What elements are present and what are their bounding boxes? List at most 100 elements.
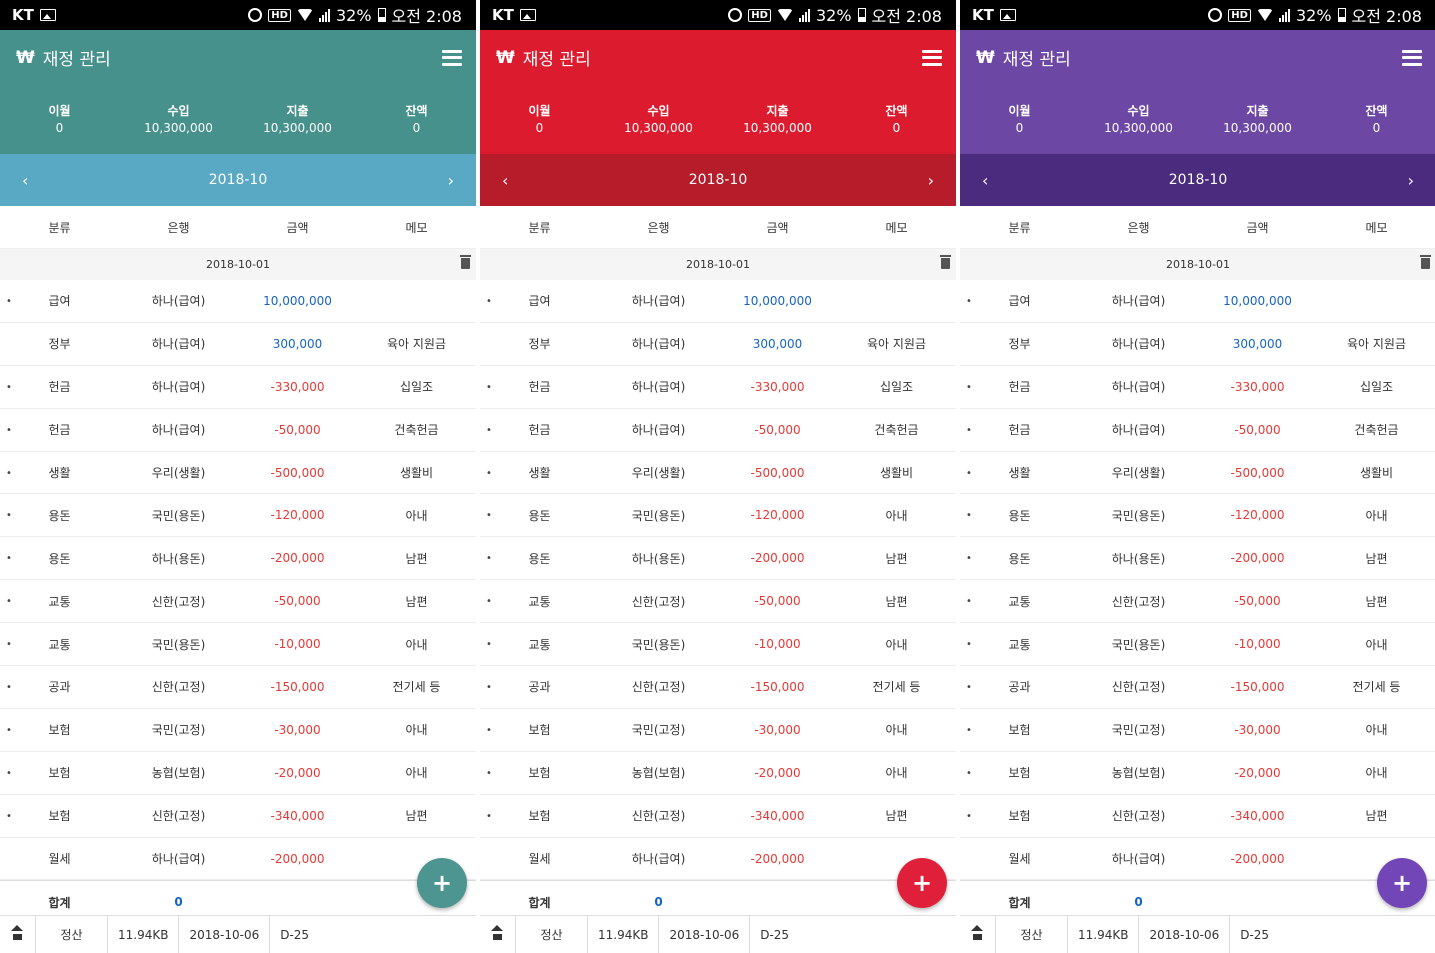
hamburger-menu-icon[interactable] <box>1402 49 1422 66</box>
app-bar: ₩ 재정 관리 <box>960 30 1435 85</box>
row-amount: -30,000 <box>754 722 801 737</box>
transaction-row[interactable]: 정부 하나(급여) 300,000 육아 지원금 <box>0 323 476 366</box>
transaction-row[interactable]: • 생활 우리(생활) -500,000 생활비 <box>480 452 956 495</box>
row-bullet-icon: • <box>486 467 492 479</box>
transaction-row[interactable]: • 헌금 하나(급여) -50,000 건축헌금 <box>480 409 956 452</box>
row-amount: -340,000 <box>750 808 805 823</box>
row-bank: 신한(고정) <box>1111 680 1166 695</box>
trash-icon[interactable] <box>460 255 471 269</box>
transaction-row[interactable]: • 헌금 하나(급여) -50,000 건축헌금 <box>960 409 1435 452</box>
transaction-row[interactable]: • 교통 국민(용돈) -10,000 아내 <box>0 623 476 667</box>
transaction-row[interactable]: 월세 하나(급여) -200,000 <box>960 838 1435 881</box>
prev-month-button[interactable]: ‹ <box>502 171 508 190</box>
next-month-button[interactable]: › <box>928 171 934 190</box>
transaction-row[interactable]: • 공과 신한(고정) -150,000 전기세 등 <box>960 666 1435 709</box>
transaction-row[interactable]: • 보험 농협(보험) -20,000 아내 <box>960 752 1435 795</box>
transaction-row[interactable]: • 공과 신한(고정) -150,000 전기세 등 <box>0 666 476 709</box>
trash-icon[interactable] <box>940 255 951 269</box>
transaction-row[interactable]: • 교통 신한(고정) -50,000 남편 <box>480 580 956 624</box>
transaction-row[interactable]: 월세 하나(급여) -200,000 <box>480 838 956 881</box>
footer-date: 2018-10-06 <box>1139 916 1231 953</box>
transaction-row[interactable]: • 공과 신한(고정) -150,000 전기세 등 <box>480 666 956 709</box>
add-transaction-button[interactable]: + <box>1377 858 1427 908</box>
transaction-row[interactable]: • 생활 우리(생활) -500,000 생활비 <box>0 452 476 495</box>
add-transaction-button[interactable]: + <box>417 858 467 908</box>
row-bank: 하나(급여) <box>151 852 206 867</box>
home-button[interactable] <box>960 916 996 953</box>
row-amount: 300,000 <box>1232 336 1283 351</box>
transaction-row[interactable]: • 용돈 국민(용돈) -120,000 아내 <box>960 494 1435 538</box>
row-category: 헌금 <box>48 423 71 438</box>
transaction-row[interactable]: 정부 하나(급여) 300,000 육아 지원금 <box>960 323 1435 366</box>
transaction-row[interactable]: • 헌금 하나(급여) -50,000 건축헌금 <box>0 409 476 452</box>
transaction-row[interactable]: • 보험 농협(보험) -20,000 아내 <box>0 752 476 795</box>
column-bank: 은행 <box>167 220 190 235</box>
row-category: 월세 <box>48 852 71 867</box>
row-memo: 아내 <box>405 766 428 781</box>
transaction-row[interactable]: • 생활 우리(생활) -500,000 생활비 <box>960 452 1435 495</box>
transaction-row[interactable]: • 교통 국민(용돈) -10,000 아내 <box>480 623 956 667</box>
transaction-row[interactable]: • 보험 농협(보험) -20,000 아내 <box>480 752 956 795</box>
transaction-row[interactable]: • 용돈 하나(용돈) -200,000 남편 <box>480 537 956 581</box>
transaction-row[interactable]: 월세 하나(급여) -200,000 <box>0 838 476 881</box>
row-bank: 하나(급여) <box>1111 380 1166 395</box>
transaction-row[interactable]: • 보험 신한(고정) -340,000 남편 <box>480 795 956 838</box>
transaction-row[interactable]: • 용돈 국민(용돈) -120,000 아내 <box>0 494 476 538</box>
hamburger-menu-icon[interactable] <box>442 49 462 66</box>
transaction-row[interactable]: • 헌금 하나(급여) -330,000 십일조 <box>480 366 956 409</box>
row-category: 헌금 <box>528 380 551 395</box>
transaction-row[interactable]: • 용돈 하나(용돈) -200,000 남편 <box>0 537 476 581</box>
add-transaction-button[interactable]: + <box>897 858 947 908</box>
transaction-row[interactable]: • 보험 국민(고정) -30,000 아내 <box>480 709 956 752</box>
transaction-row[interactable]: • 급여 하나(급여) 10,000,000 <box>480 280 956 323</box>
next-month-button[interactable]: › <box>448 171 454 190</box>
settle-button[interactable]: 정산 <box>516 916 588 953</box>
row-bullet-icon: • <box>6 553 12 565</box>
row-category: 교통 <box>528 637 551 652</box>
transaction-row[interactable]: • 급여 하나(급여) 10,000,000 <box>0 280 476 323</box>
hamburger-menu-icon[interactable] <box>922 49 942 66</box>
row-amount: -50,000 <box>274 594 321 609</box>
row-bullet-icon: • <box>486 596 492 608</box>
transaction-row[interactable]: • 교통 국민(용돈) -10,000 아내 <box>960 623 1435 667</box>
home-button[interactable] <box>480 916 516 953</box>
transaction-row[interactable]: • 용돈 하나(용돈) -200,000 남편 <box>960 537 1435 581</box>
carrier-label: KT <box>492 6 514 24</box>
transaction-row[interactable]: • 용돈 국민(용돈) -120,000 아내 <box>480 494 956 538</box>
transaction-row[interactable]: • 보험 신한(고정) -340,000 남편 <box>960 795 1435 838</box>
transaction-row[interactable]: 정부 하나(급여) 300,000 육아 지원금 <box>480 323 956 366</box>
row-bank: 국민(용돈) <box>1111 508 1166 523</box>
battery-percent: 32% <box>1295 5 1332 25</box>
transaction-row[interactable]: • 급여 하나(급여) 10,000,000 <box>960 280 1435 323</box>
footer-date: 2018-10-06 <box>659 916 751 953</box>
clock: 오전 2:08 <box>1351 7 1422 26</box>
won-currency-icon: ₩ <box>16 47 35 68</box>
prev-month-button[interactable]: ‹ <box>982 171 988 190</box>
home-button[interactable] <box>0 916 36 953</box>
row-amount: 10,000,000 <box>743 293 812 308</box>
transaction-row[interactable]: • 보험 국민(고정) -30,000 아내 <box>0 709 476 752</box>
gallery-icon <box>519 9 536 21</box>
row-category: 용돈 <box>528 508 551 523</box>
next-month-button[interactable]: › <box>1408 171 1414 190</box>
row-memo: 십일조 <box>1359 380 1394 395</box>
settle-button[interactable]: 정산 <box>996 916 1068 953</box>
trash-icon[interactable] <box>1420 255 1431 269</box>
prev-month-button[interactable]: ‹ <box>22 171 28 190</box>
settle-button[interactable]: 정산 <box>36 916 108 953</box>
home-icon <box>11 924 23 940</box>
transaction-row[interactable]: • 보험 신한(고정) -340,000 남편 <box>0 795 476 838</box>
battery-percent: 32% <box>815 5 852 25</box>
transaction-row[interactable]: • 교통 신한(고정) -50,000 남편 <box>0 580 476 624</box>
row-amount: 10,000,000 <box>263 293 332 308</box>
row-amount: -330,000 <box>270 379 325 394</box>
transaction-row[interactable]: • 교통 신한(고정) -50,000 남편 <box>960 580 1435 624</box>
transaction-row[interactable]: • 보험 국민(고정) -30,000 아내 <box>960 709 1435 752</box>
row-memo: 남편 <box>885 809 908 824</box>
row-amount: -340,000 <box>270 808 325 823</box>
row-bullet-icon: • <box>6 596 12 608</box>
transaction-row[interactable]: • 헌금 하나(급여) -330,000 십일조 <box>0 366 476 409</box>
file-size: 11.94KB <box>588 916 660 953</box>
transaction-row[interactable]: • 헌금 하나(급여) -330,000 십일조 <box>960 366 1435 409</box>
row-amount: -150,000 <box>270 679 325 694</box>
